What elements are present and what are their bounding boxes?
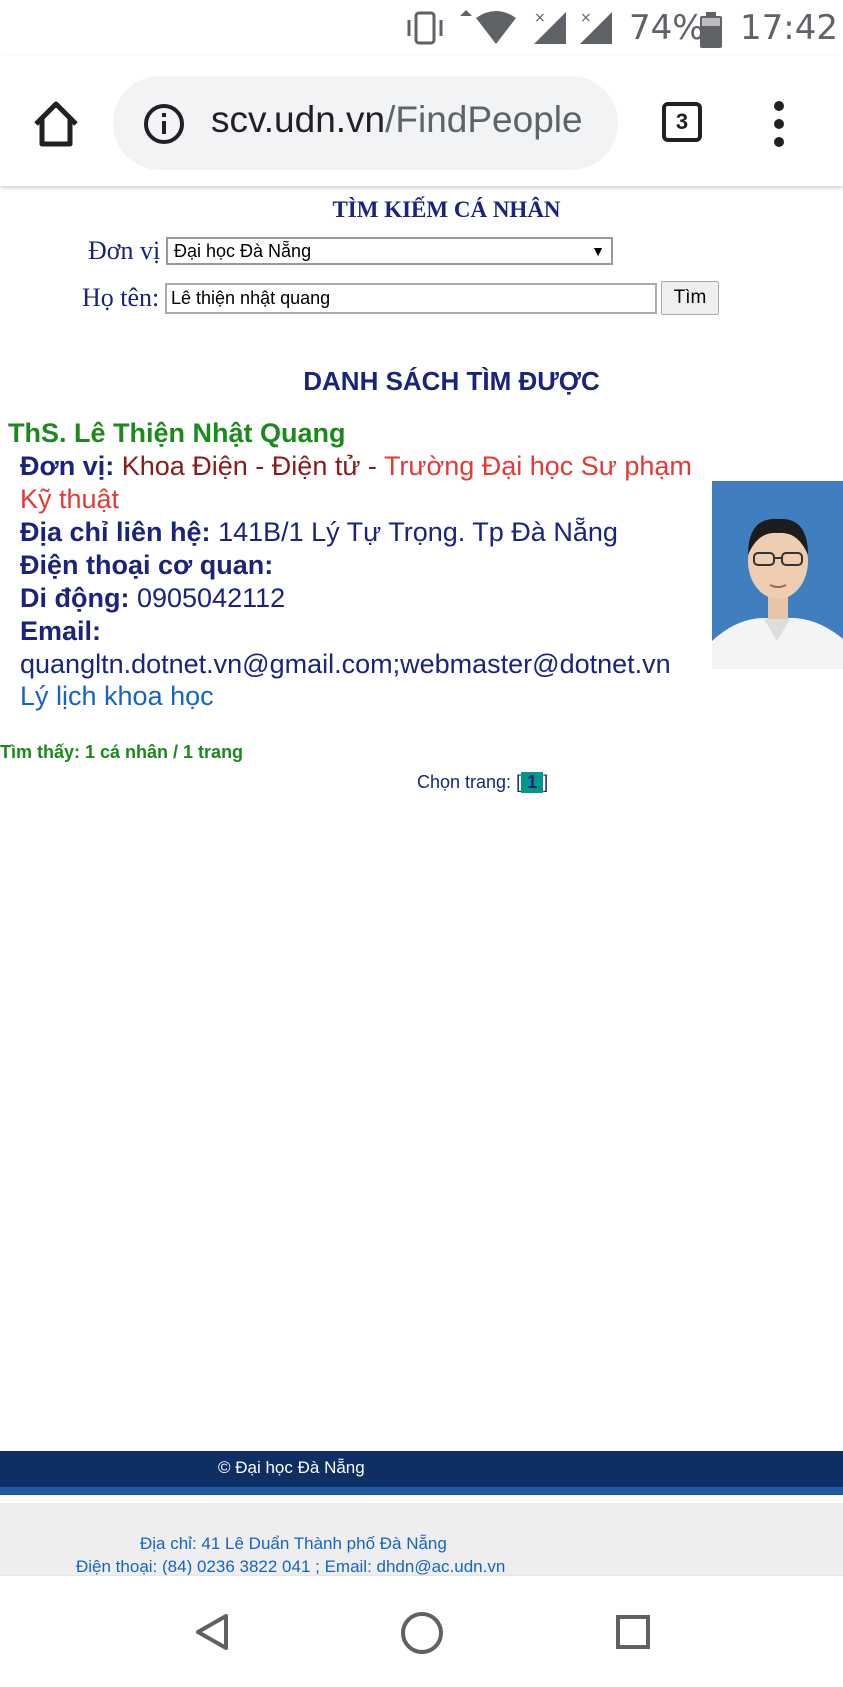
battery-icon (700, 12, 722, 48)
office-phone-label: Điện thoại cơ quan: (20, 550, 274, 580)
signal-icon-2: × (580, 10, 612, 44)
system-nav-bar (0, 1575, 843, 1687)
svg-text:×: × (580, 10, 592, 26)
school-line1: Trường Đại học Sư phạm (383, 451, 692, 481)
address-value: 141B/1 Lý Tự Trọng. Tp Đà Nẵng (218, 517, 618, 547)
cv-link[interactable]: Lý lịch khoa học (20, 681, 214, 712)
battery-percent: 74% (629, 8, 705, 48)
page-link-1[interactable]: 1 (521, 772, 544, 793)
info-icon[interactable] (143, 103, 185, 145)
unit-field-label: Đơn vị: (20, 451, 115, 481)
office-phone-line: Điện thoại cơ quan: (20, 550, 273, 581)
wifi-icon (460, 10, 516, 44)
url-path: /FindPeople (385, 99, 583, 140)
unit-select-value: Đại học Đà Nẵng (174, 241, 312, 261)
back-icon[interactable] (194, 1612, 230, 1652)
person-photo (712, 481, 843, 669)
footer-bar: © Đại học Đà Nẵng (0, 1451, 843, 1487)
mobile-line: Di động: 0905042112 (20, 583, 285, 614)
footer-stripe (0, 1487, 843, 1495)
pager-label: Chọn trang: (417, 772, 517, 792)
unit-select[interactable]: Đại học Đà Nẵng ▼ (166, 237, 613, 265)
url-text: scv.udn.vn/FindPeople (211, 99, 583, 141)
home-circle-icon[interactable] (399, 1610, 445, 1656)
page-title: TÌM KIẾM CÁ NHÂN (332, 197, 561, 222)
dropdown-arrow-icon: ▼ (591, 243, 605, 259)
pager: Chọn trang: [1] (417, 772, 548, 793)
mobile-label: Di động: (20, 583, 130, 613)
name-input[interactable]: Lê thiện nhật quang (165, 283, 657, 314)
department: Khoa Điện - Điện tử (121, 451, 361, 481)
address-bar[interactable]: scv.udn.vn/FindPeople (113, 76, 618, 170)
person-name[interactable]: ThS. Lê Thiện Nhật Quang (8, 418, 346, 449)
recents-icon[interactable] (615, 1614, 651, 1650)
address-line: Địa chỉ liên hệ: 141B/1 Lý Tự Trọng. Tp … (20, 517, 618, 548)
footer-info: Địa chỉ: 41 Lê Duẩn Thành phố Đà Nẵng Đi… (0, 1503, 843, 1576)
school-line2: Kỹ thuật (20, 484, 120, 514)
name-label: Họ tên: (82, 283, 160, 312)
vibrate-icon (407, 11, 443, 45)
pager-close-bracket: ] (543, 772, 549, 792)
email-line: Email: (20, 616, 101, 647)
home-icon[interactable] (28, 96, 84, 152)
footer-copyright: © Đại học Đà Nẵng (218, 1458, 365, 1477)
email-value: quangltn.dotnet.vn@gmail.com;webmaster@d… (20, 649, 671, 679)
svg-text:×: × (534, 10, 546, 26)
browser-toolbar: scv.udn.vn/FindPeople 3 (0, 56, 843, 186)
footer-contact: Điện thoại: (84) 0236 3822 041 ; Email: … (76, 1557, 506, 1576)
tab-switcher-button[interactable]: 3 (662, 102, 702, 142)
status-bar: × × 74% 17:42 (0, 0, 843, 56)
email-label: Email: (20, 616, 102, 646)
footer-address: Địa chỉ: 41 Lê Duẩn Thành phố Đà Nẵng (140, 1534, 447, 1553)
found-count: Tìm thấy: 1 cá nhân / 1 trang (0, 742, 244, 762)
mobile-value: 0905042112 (136, 583, 286, 613)
more-menu-icon[interactable] (764, 98, 794, 150)
clock: 17:42 (740, 8, 838, 48)
unit-line: Đơn vị: Khoa Điện - Điện tử - Trường Đại… (20, 451, 692, 482)
url-host: scv.udn.vn (211, 99, 386, 140)
unit-label: Đơn vị (88, 236, 161, 265)
signal-icon-1: × (534, 10, 566, 44)
results-title: DANH SÁCH TÌM ĐƯỢC (303, 366, 600, 396)
address-label: Địa chỉ liên hệ: (20, 517, 211, 547)
unit-separator: - (360, 451, 384, 481)
search-button[interactable]: Tìm (661, 281, 719, 315)
